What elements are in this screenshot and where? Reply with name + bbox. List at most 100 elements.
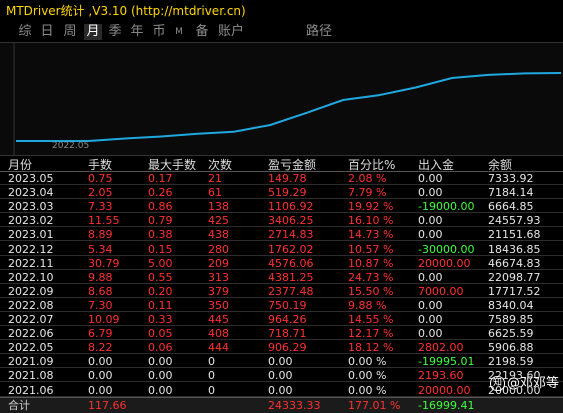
col-month[interactable]: 月份: [8, 156, 32, 173]
col-count[interactable]: 次数: [208, 156, 232, 173]
table-row[interactable]: 2023.04 2.05 0.26 61 519.29 7.79 % 0.00 7184.14: [0, 186, 563, 200]
col-max-lots[interactable]: 最大手数: [148, 156, 196, 173]
cell-month: 2023.04: [8, 186, 54, 200]
cell-balance: 21151.68: [488, 228, 541, 242]
cell-flow: 0.00: [418, 186, 443, 200]
cell-flow: -19000.00: [418, 200, 475, 214]
cell-flow: 7000.00: [418, 284, 464, 298]
cell-flow: 0.00: [418, 327, 443, 341]
tab-m[interactable]: M: [172, 24, 186, 40]
cell-month: 2023.03: [8, 200, 54, 214]
cell-percent: 18.12 %: [348, 341, 394, 355]
cell-percent: 0.00 %: [348, 369, 387, 383]
cell-lots: 8.89: [88, 228, 113, 242]
tab-quarter[interactable]: 季: [106, 24, 124, 40]
cell-month: 2023.02: [8, 214, 54, 228]
table-row[interactable]: 2022.12 5.34 0.15 280 1762.02 10.57 % -30000.0…: [0, 243, 563, 256]
cell-percent: 14.73 %: [348, 228, 394, 242]
cell-month: 2022.11: [8, 256, 54, 270]
cell-pnl: 0.00: [268, 355, 293, 369]
tab-year[interactable]: 年: [128, 24, 146, 40]
table-row[interactable]: 2022.05 8.22 0.06 444 906.29 18.12 % 2802.00 59…: [0, 341, 563, 355]
cell-lots: 0.00: [88, 369, 113, 383]
col-percent[interactable]: 百分比%: [348, 156, 395, 173]
cell-month: 2021.09: [8, 355, 54, 369]
table-row[interactable]: 2022.06 6.79 0.05 408 718.71 12.17 % 0.00 6625.…: [0, 327, 563, 341]
total-flow: -16999.41: [418, 399, 475, 412]
cell-balance: 2198.59: [488, 355, 534, 369]
cell-percent: 16.10 %: [348, 214, 394, 228]
table-row[interactable]: 2023.01 8.89 0.38 438 2714.83 14.73 % 0.00 2115…: [0, 228, 563, 242]
table-row[interactable]: 2021.08 0.00 0.00 0 0.00 0.00 % 2193.60 22193.6…: [0, 369, 563, 383]
tab-currency[interactable]: 币: [150, 24, 168, 40]
cell-pnl: 2377.48: [268, 284, 314, 298]
cell-count: 438: [208, 228, 229, 242]
col-lots[interactable]: 手数: [88, 156, 112, 173]
monthly-stats-table: 月份 手数 最大手数 次数 盈亏金额 百分比% 出入金 余额 2023.05 0.…: [0, 155, 563, 413]
tab-overview[interactable]: 综: [16, 24, 34, 40]
table-row[interactable]: 2023.05 0.75 0.17 21 149.78 2.08 % 0.00 7333.92: [0, 172, 563, 185]
cell-pnl: 4576.06: [268, 256, 314, 270]
cell-percent: 19.92 %: [348, 200, 394, 214]
col-balance[interactable]: 余额: [488, 156, 512, 173]
cell-balance: 24557.93: [488, 214, 541, 228]
cell-month: 2023.01: [8, 228, 54, 242]
cell-percent: 15.50 %: [348, 284, 394, 298]
cell-balance: 7589.85: [488, 313, 534, 326]
col-pnl[interactable]: 盈亏金额: [268, 156, 316, 173]
cell-percent: 10.87 %: [348, 256, 394, 270]
cell-flow: 2802.00: [418, 341, 464, 355]
balance-chart: [0, 42, 563, 156]
cell-lots: 6.79: [88, 327, 113, 341]
cell-max-lots: 0.06: [148, 341, 173, 355]
cell-count: 0: [208, 383, 215, 397]
period-tabs: 综 日 周 月 季 年 币 M 备 账户 路径: [0, 22, 563, 42]
cell-pnl: 3406.25: [268, 214, 314, 228]
cell-flow: 0.00: [418, 214, 443, 228]
tab-account[interactable]: 账户: [216, 24, 246, 40]
watermark: 知 @邓邓等: [489, 372, 559, 391]
cell-flow: 0.00: [418, 270, 443, 284]
table-row[interactable]: 2023.02 11.55 0.79 425 3406.25 16.10 % 0.00 245…: [0, 214, 563, 228]
cell-flow: 0.00: [418, 228, 443, 242]
cell-month: 2021.06: [8, 383, 54, 397]
cell-count: 444: [208, 341, 229, 355]
table-row[interactable]: 2021.06 0.00 0.00 0 0.00 0.00 % 20000.00 20000.…: [0, 384, 563, 397]
table-row[interactable]: 2021.09 0.00 0.00 0 0.00 0.00 % -19995.01 2198.…: [0, 355, 563, 369]
table-row[interactable]: 2022.10 9.88 0.55 313 4381.25 24.73 % 0.00 2209…: [0, 271, 563, 284]
cell-flow: -19995.01: [418, 355, 475, 369]
table-row[interactable]: 2022.09 8.68 0.20 379 2377.48 15.50 % 7000.00 1…: [0, 285, 563, 298]
cell-month: 2023.05: [8, 172, 54, 185]
table-row[interactable]: 2023.03 7.33 0.86 138 1106.92 19.92 % -19000.0…: [0, 200, 563, 214]
table-row[interactable]: 2022.08 7.30 0.11 350 750.19 9.88 % 0.00 8340.0…: [0, 299, 563, 312]
cell-max-lots: 0.00: [148, 355, 173, 369]
cell-max-lots: 0.11: [148, 298, 173, 312]
cell-max-lots: 0.79: [148, 214, 173, 228]
zhihu-logo-icon: 知: [489, 376, 505, 391]
tab-path[interactable]: 路径: [305, 24, 333, 40]
cell-pnl: 519.29: [268, 186, 307, 200]
cell-max-lots: 0.26: [148, 186, 173, 200]
cell-month: 2022.08: [8, 298, 54, 312]
cell-max-lots: 0.20: [148, 284, 173, 298]
tab-day[interactable]: 日: [38, 24, 56, 40]
total-pnl: 24333.33: [268, 399, 321, 412]
cell-max-lots: 0.38: [148, 228, 173, 242]
table-row[interactable]: 2022.07 10.09 0.33 445 964.26 14.55 % 0.00 7589…: [0, 313, 563, 326]
window-title: MTDriver统计 ,V3.10 (http://mtdriver.cn): [0, 0, 563, 22]
cell-pnl: 4381.25: [268, 270, 314, 284]
cell-flow: 0.00: [418, 313, 443, 326]
cell-pnl: 1106.92: [268, 200, 314, 214]
cell-month: 2022.10: [8, 270, 54, 284]
tab-week[interactable]: 周: [61, 24, 79, 40]
tab-month[interactable]: 月: [84, 24, 102, 40]
cell-month: 2022.12: [8, 242, 54, 256]
cell-balance: 7184.14: [488, 186, 534, 200]
cell-count: 0: [208, 355, 215, 369]
col-deposit-withdraw[interactable]: 出入金: [418, 156, 454, 173]
table-row[interactable]: 2022.11 30.79 5.00 209 4576.06 10.87 % 20000.0…: [0, 257, 563, 270]
cell-month: 2021.08: [8, 369, 54, 383]
tab-notes[interactable]: 备: [193, 24, 211, 40]
cell-max-lots: 0.33: [148, 313, 173, 326]
cell-count: 350: [208, 298, 229, 312]
